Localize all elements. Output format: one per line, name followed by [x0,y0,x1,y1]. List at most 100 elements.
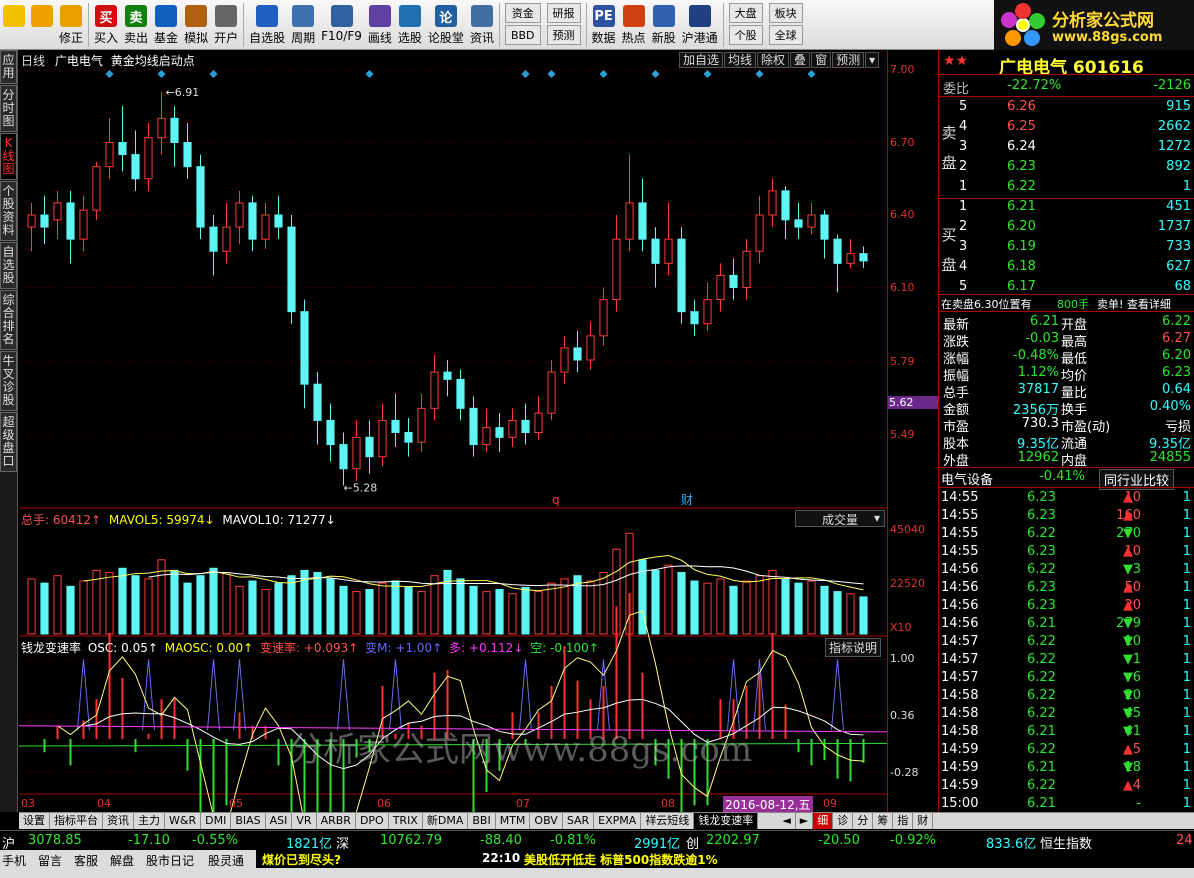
next-tab-icon[interactable]: ► [796,813,814,829]
side-tab-3[interactable]: 个股资料 [0,181,17,241]
panel-tab-0[interactable]: 细 [813,813,834,829]
panel-tab-4[interactable]: 指 [893,813,914,829]
indicator-tab-1[interactable]: 指标平台 [50,813,103,829]
osc-header: 钱龙变速率 OSC: 0.05↑ MAOSC: 0.00↑ 变速率: +0.09… [21,639,599,656]
toolbar-small-group: 研报 预测 [544,0,584,48]
chart-buttons: 加自选 均线 除权叠窗预测 ▾ [679,52,880,68]
volume-bar [599,572,608,635]
indicator-tab-0[interactable]: 设置 [19,813,50,829]
panel-tab-5[interactable]: 财 [913,813,934,829]
卖出-button[interactable]: 卖卖出 [121,0,151,48]
画线-button[interactable]: 画线 [365,0,395,48]
论股堂-button[interactable]: 论论股堂 [425,0,467,48]
volume-dropdown[interactable]: 成交量 ▾ [795,510,885,527]
indicator-tab-5[interactable]: DMI [201,813,232,829]
industry-row[interactable]: 电气设备 -0.41% 同行业比较 [939,468,1194,490]
indicator-tab-8[interactable]: VR [292,813,317,829]
side-tab-5[interactable]: 综合排名 [0,290,17,350]
ask-row[interactable]: 1 6.22 1 [939,178,1194,196]
bid-row[interactable]: 2 6.20 1737 [939,218,1194,236]
indicator-tab-13[interactable]: BBI [468,813,496,829]
热点-button[interactable]: 热点 [619,0,649,48]
indicator-tab-6[interactable]: BIAS [231,813,266,829]
ask-row[interactable]: 2 6.23 892 [939,158,1194,176]
周期-button[interactable]: 周期 [288,0,318,48]
买入-button[interactable]: 买买入 [91,0,121,48]
indicator-tab-19[interactable]: 钱龙变速率 [694,813,759,829]
indicator-tab-14[interactable]: MTM [496,813,531,829]
indicator-tab-15[interactable]: OBV [530,813,563,829]
indicator-tab-7[interactable]: ASI [266,813,293,829]
indicator-tab-4[interactable]: W&R [165,813,202,829]
toolbar-toolbar.buttons1-button[interactable] [28,0,56,48]
side-tab-4[interactable]: 自选股 [0,242,17,289]
side-tab-7[interactable]: 超级盘口 [0,412,17,472]
indicator-tab-11[interactable]: TRIX [389,813,423,829]
修正-button[interactable]: 修正 [56,0,86,48]
indicator-help-button[interactable]: 指标说明 [825,638,882,657]
F10/F9-button[interactable]: F10/F9 [318,0,365,48]
toolbar-button-label: 修正 [59,31,84,45]
panel-tab-3[interactable]: 筹 [873,813,894,829]
bid-row[interactable]: 3 6.19 733 [939,238,1194,256]
toolbar-small-button[interactable]: 大盘 [728,3,763,23]
模拟-button[interactable]: 模拟 [181,0,211,48]
side-tab-0[interactable]: 应用 [0,50,17,84]
news-ticker[interactable]: 煤价已到尽头? 22:10 美股低开低走 标普500指数跌逾1% [256,850,1194,868]
side-tab-1[interactable]: 分时图 [0,85,17,132]
toolbar-small-button[interactable]: 预测 [546,25,581,45]
toolbar-small-button[interactable]: 全球 [768,25,803,45]
indicator-tab-9[interactable]: ARBR [317,813,356,829]
candle [287,215,296,324]
chart-button-5[interactable]: 预测 [832,52,865,68]
沪港通-button[interactable]: 沪港通 [679,0,721,48]
status-item-4[interactable]: 股市日记 [146,852,194,869]
indicator-tab-12[interactable]: 新DMA [423,813,469,829]
自选股-button[interactable]: 自选股 [246,0,288,48]
tick-row: 14:57 6.22 10 ▼ 1 [941,634,1191,649]
indicator-tab-3[interactable]: 主力 [134,813,165,829]
chart-button-4[interactable]: 窗 [811,52,832,68]
chart-button-3[interactable]: 叠 [790,52,811,68]
panel-tab-1[interactable]: 诊 [833,813,854,829]
基金-button[interactable]: 基金 [151,0,181,48]
kline-chart-area[interactable]: ←6.91 ←5.28 q 财 03 04 05 06 07 08 09 日线 广电电气 黄金均线启… [19,50,887,813]
status-item-5[interactable]: 股灵通 [208,852,244,869]
chevron-down-icon[interactable]: ▾ [865,52,880,68]
panel-tab-2[interactable]: 分 [853,813,874,829]
status-item-0[interactable]: 手机 [2,852,26,869]
status-item-1[interactable]: 留言 [38,852,62,869]
indicator-tab-18[interactable]: 祥云短线 [641,813,695,829]
toolbar-small-button[interactable]: 资金 [504,3,541,23]
toolbar-small-button[interactable]: BBD [504,25,541,45]
order-notice[interactable]: 在卖盘6.30位置有 800手 卖单! 查看详细 [939,294,1194,312]
资讯-button[interactable]: 资讯 [467,0,497,48]
indicator-tab-17[interactable]: EXPMA [594,813,642,829]
数据-button[interactable]: PE 数据 [589,0,619,48]
chart-button-1[interactable]: 均线 [724,52,757,68]
chart-button-2[interactable]: 除权 [757,52,790,68]
indicator-tab-16[interactable]: SAR [563,813,595,829]
lock-icon [215,5,238,27]
toolbar-small-button[interactable]: 板块 [768,3,803,23]
status-item-2[interactable]: 客服 [74,852,98,869]
status-item-3[interactable]: 解盘 [110,852,134,869]
ask-row[interactable]: 3 6.24 1272 [939,138,1194,156]
toolbar-small-button[interactable]: 研报 [546,3,581,23]
side-tab-6[interactable]: 牛叉诊股 [0,351,17,411]
开户-button[interactable]: 开户 [211,0,241,48]
bid-row[interactable]: 4 6.18 627 [939,258,1194,276]
ask-row[interactable]: 5 6.26 915 [939,98,1194,116]
选股-button[interactable]: 选股 [395,0,425,48]
chart-button-0[interactable]: 加自选 [679,52,724,68]
新股-button[interactable]: 新股 [649,0,679,48]
side-tab-2[interactable]: K线图 [0,133,17,180]
toolbar-small-button[interactable]: 个股 [728,25,763,45]
prev-tab-icon[interactable]: ◄ [778,813,796,829]
ask-row[interactable]: 4 6.25 2662 [939,118,1194,136]
bid-row[interactable]: 1 6.21 451 [939,198,1194,216]
bm-label: 变M: +1.00↑ [365,641,443,655]
indicator-tab-10[interactable]: DPO [356,813,389,829]
toolbar-toolbar.buttons0-button[interactable] [0,0,28,48]
indicator-tab-2[interactable]: 资讯 [103,813,134,829]
